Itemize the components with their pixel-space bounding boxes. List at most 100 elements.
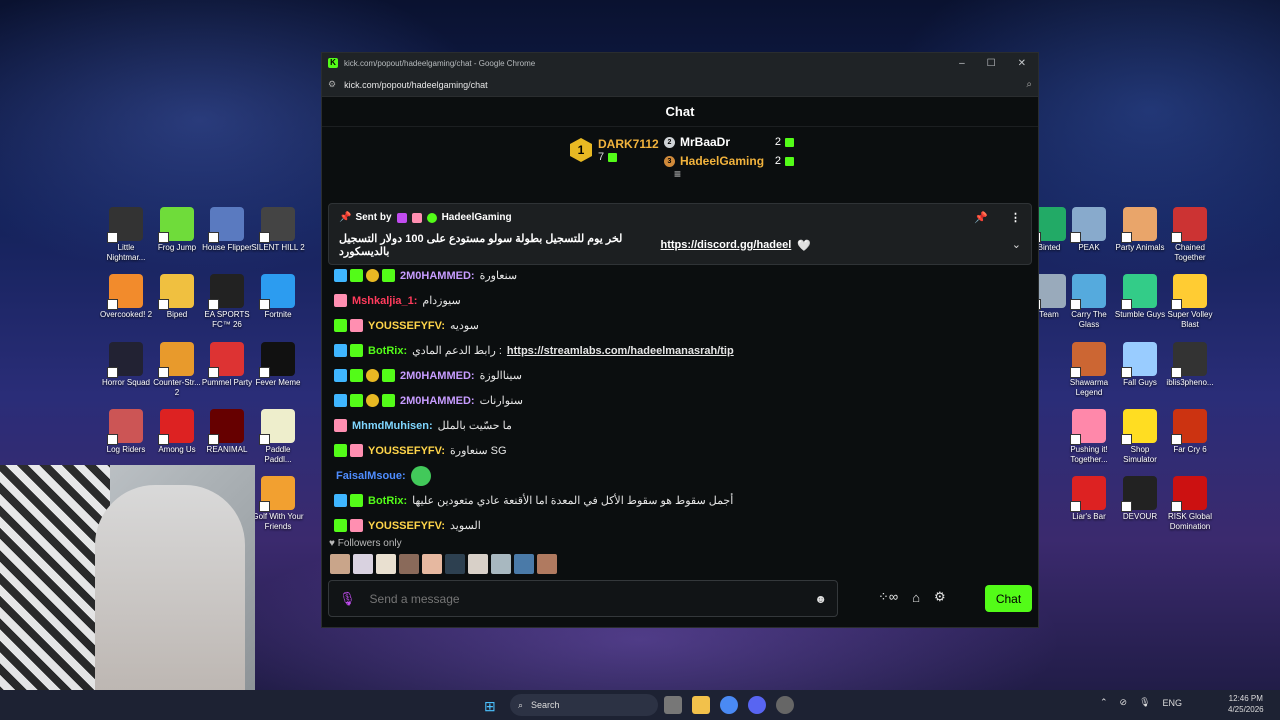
chat-badge-icon (334, 519, 347, 532)
expand-chevron-icon[interactable]: ⌄ (1012, 238, 1021, 251)
avatar[interactable] (330, 554, 350, 574)
desktop-icon[interactable]: DEVOUR (1113, 476, 1167, 522)
avatar[interactable] (399, 554, 419, 574)
desktop-icon[interactable]: Horror Squad (99, 342, 153, 388)
desktop-icon[interactable]: Chained Together (1163, 207, 1217, 263)
avatar[interactable] (353, 554, 373, 574)
desktop-icon[interactable]: Far Cry 6 (1163, 409, 1217, 455)
app-icon[interactable] (776, 696, 794, 714)
maximize-button[interactable]: ☐ (987, 58, 996, 69)
site-info-icon[interactable]: ⚙ (328, 79, 336, 90)
desktop-icon[interactable]: Carry The Glass (1062, 274, 1116, 330)
file-explorer-icon[interactable] (692, 696, 710, 714)
pinned-link[interactable]: https://discord.gg/hadeel (661, 239, 792, 251)
mic-tray-icon[interactable]: 🎙 (1139, 697, 1150, 708)
avatar[interactable] (445, 554, 465, 574)
desktop-icon[interactable]: iblis3pheno... (1163, 342, 1217, 388)
desktop-icon[interactable]: Pummel Party (200, 342, 254, 388)
collapse-leaderboard-icon[interactable]: ≡ (674, 167, 681, 181)
leaderboard-row-3[interactable]: 3 HadeelGaming 2 (664, 154, 794, 168)
store-icon[interactable]: ⌂ (912, 590, 920, 605)
discord-icon[interactable] (748, 696, 766, 714)
chat-username[interactable]: BotRix: (368, 495, 407, 507)
desktop-icon[interactable]: Paddle Paddl... (251, 409, 305, 465)
chat-username[interactable]: 2M0HAMMED: (400, 370, 475, 382)
desktop-icon-label: Pushing it! Together... (1070, 445, 1108, 464)
avatar[interactable] (422, 554, 442, 574)
task-view-icon[interactable] (664, 696, 682, 714)
avatar[interactable] (468, 554, 488, 574)
desktop-icon[interactable]: Shawarma Legend (1062, 342, 1116, 398)
settings-gear-icon[interactable]: ⚙ (934, 589, 946, 605)
minimize-button[interactable]: – (959, 58, 965, 69)
leaderboard-first[interactable]: 1 DARK7112 7 (570, 137, 659, 163)
close-button[interactable]: ✕ (1018, 58, 1026, 69)
chat-username[interactable]: 2M0HAMMED: (400, 270, 475, 282)
avatar[interactable] (537, 554, 557, 574)
desktop-icon[interactable]: EA SPORTS FC™ 26 (200, 274, 254, 330)
mic-icon[interactable]: 🎙 (339, 591, 356, 607)
desktop-icon[interactable]: Shop Simulator (1113, 409, 1167, 465)
avatar[interactable] (376, 554, 396, 574)
chat-username[interactable]: YOUSSEFYFV: (368, 520, 445, 532)
app-shortcut-icon (259, 207, 295, 243)
chat-message-text: أجمل سقوط هو سقوط الأكل في المعدة اما ال… (412, 495, 734, 507)
desktop-icon[interactable]: PEAK (1062, 207, 1116, 253)
chat-username[interactable]: YOUSSEFYFV: (368, 320, 445, 332)
chat-username[interactable]: MhmdMuhisen: (352, 420, 433, 432)
desktop-icon[interactable]: Biped (150, 274, 204, 320)
emoji-picker-icon[interactable]: ☻ (814, 592, 827, 606)
desktop-icon[interactable]: Liar's Bar (1062, 476, 1116, 522)
chat-badge-icon (334, 394, 347, 407)
tray-chevron-icon[interactable]: ⌃ (1100, 697, 1108, 708)
chat-username[interactable]: FaisalMsoue: (336, 470, 406, 482)
webcam-scarf-pattern (0, 465, 110, 720)
taskbar-clock[interactable]: 12:46 PM 4/25/2026 (1228, 693, 1264, 715)
app-shortcut-icon (1121, 274, 1157, 310)
desktop-icon[interactable]: SILENT HILL 2 (251, 207, 305, 253)
chat-username[interactable]: YOUSSEFYFV: (368, 445, 445, 457)
chat-username[interactable]: 2M0HAMMED: (400, 395, 475, 407)
desktop-icon[interactable]: Counter-Str... 2 (150, 342, 204, 398)
desktop-icon-label: Fever Meme (255, 378, 301, 387)
desktop-icon[interactable]: Super Volley Blast (1163, 274, 1217, 330)
chrome-icon[interactable] (720, 696, 738, 714)
address-bar[interactable]: ⚙ kick.com/popout/hadeelgaming/chat ⌕ (322, 73, 1038, 97)
desktop-icon[interactable]: Golf With Your Friends (251, 476, 305, 532)
desktop-icon[interactable]: Pushing it! Together... (1062, 409, 1116, 465)
chat-username[interactable]: BotRix: (368, 345, 407, 357)
pinned-user[interactable]: HadeelGaming (442, 212, 512, 223)
avatar[interactable] (491, 554, 511, 574)
message-input[interactable] (369, 591, 815, 606)
taskbar-search[interactable]: ⌕ Search (510, 694, 658, 716)
address-url[interactable]: kick.com/popout/hadeelgaming/chat (344, 80, 488, 90)
chat-badge-icon (366, 269, 379, 282)
unpin-icon[interactable]: 📌 (974, 211, 988, 224)
chat-badge-icon (334, 494, 347, 507)
zoom-icon[interactable]: ⌕ (1026, 79, 1032, 90)
chatter-avatars (330, 554, 557, 574)
more-options-icon[interactable]: ⋮ (1010, 211, 1021, 224)
chat-message-link[interactable]: https://streamlabs.com/hadeelmanasrah/ti… (507, 345, 734, 357)
desktop-icon[interactable]: Frog Jump (150, 207, 204, 253)
desktop-icon[interactable]: Little Nightmar... (99, 207, 153, 263)
desktop-icon[interactable]: Fortnite (251, 274, 305, 320)
kicks-icon[interactable]: ⁘∞ (878, 589, 898, 605)
send-chat-button[interactable]: Chat (985, 585, 1032, 612)
network-icon[interactable]: ⊘ (1120, 697, 1128, 708)
chat-username[interactable]: Mshkaljia_1: (352, 295, 417, 307)
desktop-icon[interactable]: Overcooked! 2 (99, 274, 153, 320)
leaderboard-row-2[interactable]: 2 MrBaaDr 2 (664, 135, 794, 149)
desktop-icon[interactable]: Fall Guys (1113, 342, 1167, 388)
desktop-icon[interactable]: RISK Global Domination (1163, 476, 1217, 532)
desktop-icon[interactable]: Party Animals (1113, 207, 1167, 253)
avatar[interactable] (514, 554, 534, 574)
desktop-icon[interactable]: REANIMAL (200, 409, 254, 455)
windows-start-icon[interactable]: ⊞ (484, 698, 496, 715)
desktop-icon[interactable]: Among Us (150, 409, 204, 455)
desktop-icon[interactable]: House Flipper (200, 207, 254, 253)
language-indicator[interactable]: ENG (1163, 698, 1183, 708)
desktop-icon[interactable]: Log Riders (99, 409, 153, 455)
desktop-icon[interactable]: Stumble Guys (1113, 274, 1167, 320)
desktop-icon[interactable]: Fever Meme (251, 342, 305, 388)
